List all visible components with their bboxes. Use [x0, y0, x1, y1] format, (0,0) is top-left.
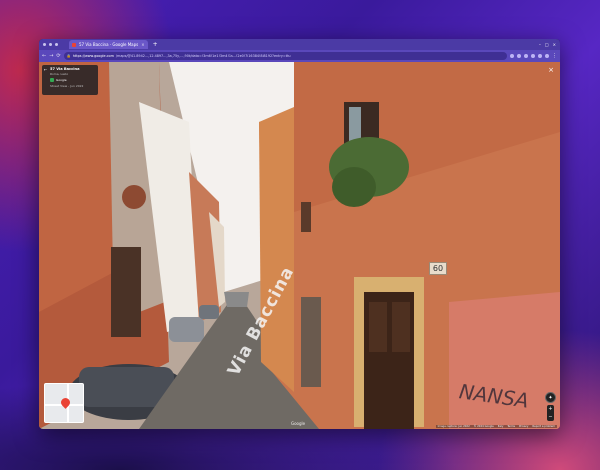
zoom-control: + −: [547, 405, 554, 421]
extension-icon[interactable]: [517, 54, 521, 58]
close-window-icon[interactable]: ×: [553, 42, 556, 47]
card-source-label: Google: [56, 78, 67, 82]
location-info-card[interactable]: ← 57 Via Baccina Roma, Lazio Google Stre…: [42, 65, 98, 95]
new-tab-button[interactable]: +: [153, 41, 158, 48]
footer-item: © 2024 Google: [473, 425, 494, 428]
footer-item: Image capture: Jun 2022: [437, 425, 470, 428]
compass-icon[interactable]: ✦: [545, 392, 556, 403]
footer-item[interactable]: Terms: [507, 425, 515, 428]
zoom-out-button[interactable]: −: [548, 414, 552, 420]
extension-icon[interactable]: [510, 54, 514, 58]
minimize-icon[interactable]: –: [539, 42, 541, 47]
window-dot[interactable]: [43, 43, 46, 46]
url-path: /maps/@41.8942...,12.4897...,3a,75y,...,…: [115, 54, 291, 58]
tab-title: 57 Via Baccina · Google Maps: [79, 42, 139, 47]
extensions-area: ⋮: [510, 53, 557, 59]
window-dot[interactable]: [55, 43, 58, 46]
street-scene-image: [39, 62, 560, 429]
extension-icon[interactable]: [524, 54, 528, 58]
maps-favicon-icon: [72, 42, 76, 47]
back-button[interactable]: ←: [42, 53, 46, 59]
google-maps-icon: [50, 78, 54, 82]
profile-avatar[interactable]: [545, 54, 549, 58]
location-subtitle: Roma, Lazio: [50, 72, 69, 76]
browser-toolbar: ← → ⟳ 🔒 https://www.google.com /maps/@41…: [39, 50, 560, 62]
back-arrow-icon[interactable]: ←: [44, 67, 47, 72]
maximize-icon[interactable]: □: [545, 42, 549, 47]
google-watermark: Google: [291, 421, 306, 426]
forward-button[interactable]: →: [49, 53, 53, 59]
url-host: https://www.google.com: [72, 54, 114, 58]
location-title: 57 Via Baccina: [50, 67, 80, 71]
map-pin-icon: [59, 396, 72, 409]
footer-item[interactable]: Privacy: [519, 425, 528, 428]
attribution-footer: Image capture: Jun 2022 © 2024 Google It…: [435, 425, 557, 428]
footer-item[interactable]: Italy: [498, 425, 504, 428]
card-source-row: Google: [50, 78, 95, 82]
extension-icon[interactable]: [538, 54, 542, 58]
browser-window: 57 Via Baccina · Google Maps × + – □ × ←…: [39, 39, 560, 429]
zoom-in-button[interactable]: +: [548, 406, 552, 412]
tab-close-icon[interactable]: ×: [141, 42, 144, 47]
close-street-view-icon[interactable]: ×: [548, 66, 554, 74]
mini-map[interactable]: [44, 383, 84, 423]
address-bar[interactable]: 🔒 https://www.google.com /maps/@41.8942.…: [63, 52, 507, 60]
extension-icon[interactable]: [531, 54, 535, 58]
window-dot[interactable]: [49, 43, 52, 46]
tab-strip: 57 Via Baccina · Google Maps × + – □ ×: [39, 39, 560, 50]
lock-icon: 🔒: [66, 54, 71, 58]
footer-item[interactable]: Report a problem: [532, 425, 555, 428]
menu-icon[interactable]: ⋮: [552, 53, 557, 59]
street-view-panorama[interactable]: ← 57 Via Baccina Roma, Lazio Google Stre…: [39, 62, 560, 429]
reload-button[interactable]: ⟳: [56, 53, 60, 59]
house-number-plaque: 60: [429, 262, 447, 275]
window-controls: – □ ×: [539, 42, 560, 47]
capture-date[interactable]: Street View - Jun 2022: [50, 84, 95, 88]
tab-google-maps[interactable]: 57 Via Baccina · Google Maps ×: [69, 40, 148, 49]
